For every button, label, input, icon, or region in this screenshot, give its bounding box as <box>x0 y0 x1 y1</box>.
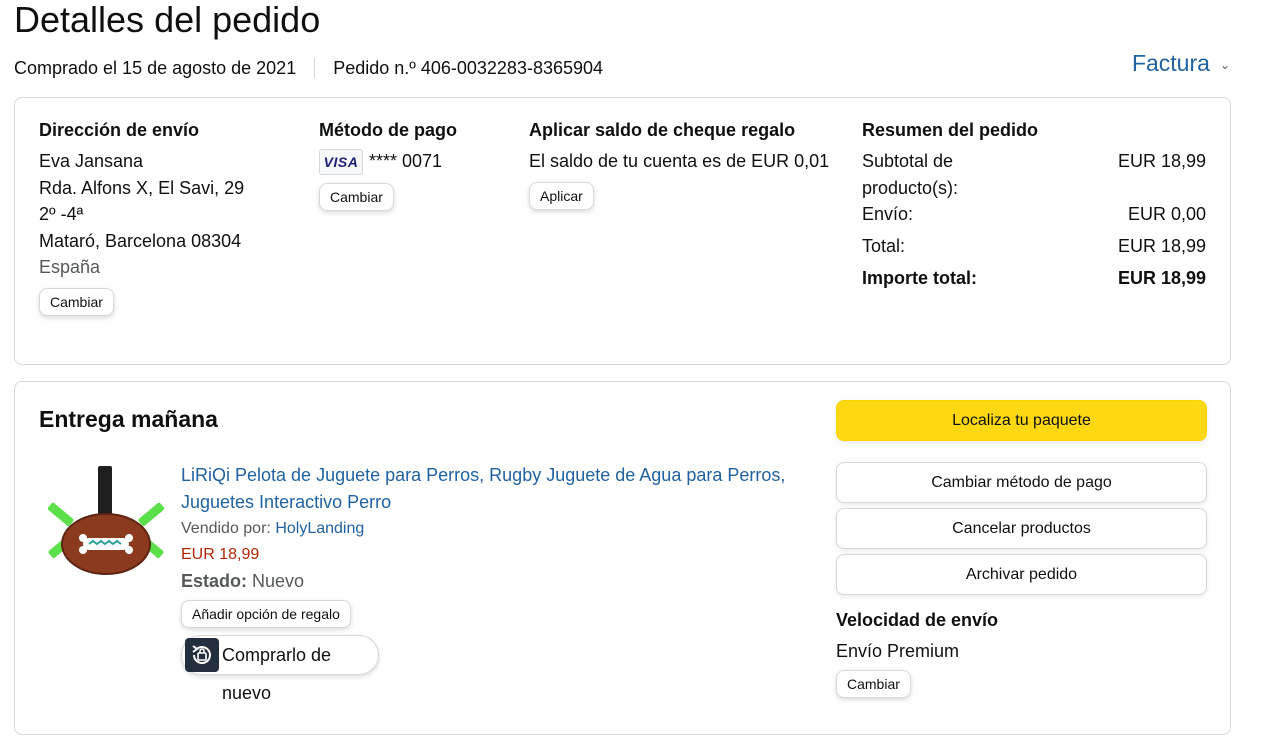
payment-method-title: Método de pago <box>319 120 457 140</box>
divider <box>314 58 316 78</box>
subtotal-value: EUR 18,99 <box>1117 151 1206 171</box>
order-info-card: Dirección de envío Eva Jansana Rda. Alfo… <box>14 97 1231 365</box>
shipping-speed-value: Envío Premium <box>836 641 960 661</box>
condition-label: Estado: <box>181 571 248 591</box>
buy-again-icon <box>185 638 219 672</box>
address-country: España <box>39 257 101 277</box>
change-payment-button[interactable]: Cambiar <box>319 183 394 211</box>
total-label: Total: <box>862 236 906 256</box>
product-condition: Estado: Nuevo <box>181 568 304 594</box>
change-payment-method-button[interactable]: Cambiar método de pago <box>836 462 1207 503</box>
delivery-title: Entrega mañana <box>39 406 218 432</box>
page-title: Detalles del pedido <box>14 0 321 40</box>
product-price: EUR 18,99 <box>181 546 260 563</box>
shipping-address-title: Dirección de envío <box>39 120 200 140</box>
delivery-card: Entrega mañana LiRiQi Pelota de Juguete … <box>14 381 1231 735</box>
gift-balance-text: El saldo de tu cuenta es de EUR 0,01 <box>529 151 830 171</box>
change-address-button[interactable]: Cambiar <box>39 288 114 316</box>
address-line-name: Eva Jansana <box>39 151 144 171</box>
shipping-speed-title: Velocidad de envío <box>836 610 999 630</box>
shipping-cost-label: Envío: <box>862 204 914 224</box>
order-meta: Comprado el 15 de agosto de 2021 Pedido … <box>14 56 603 80</box>
address-line-floor: 2º -4ª <box>39 204 84 224</box>
grand-total-value: EUR 18,99 <box>1117 268 1206 288</box>
sold-by-label: Vendido por: <box>181 520 271 537</box>
add-gift-option-button[interactable]: Añadir opción de regalo <box>181 600 351 628</box>
seller-info: Vendido por: HolyLanding <box>181 517 364 541</box>
total-value: EUR 18,99 <box>1117 236 1206 256</box>
address-line-city: Mataró, Barcelona 08304 <box>39 231 242 251</box>
invoice-label: Factura <box>1131 50 1210 76</box>
address-line-street: Rda. Alfons X, El Savi, 29 <box>39 178 245 198</box>
track-package-button[interactable]: Localiza tu paquete <box>836 400 1207 441</box>
invoice-dropdown[interactable]: Factura ⌄ <box>1132 50 1230 77</box>
grand-total-label: Importe total: <box>862 268 977 288</box>
visa-card-icon: VISA <box>319 149 363 175</box>
subtotal-label: Subtotal de producto(s): <box>862 151 959 198</box>
change-shipping-speed-button[interactable]: Cambiar <box>836 670 911 698</box>
seller-link[interactable]: HolyLanding <box>275 520 364 537</box>
shipping-cost-value: EUR 0,00 <box>1127 204 1206 224</box>
order-date: Comprado el 15 de agosto de 2021 <box>14 58 297 78</box>
card-number: **** 0071 <box>369 151 443 171</box>
order-number: Pedido n.º 406-0032283-8365904 <box>333 58 604 78</box>
product-title-link[interactable]: LiRiQi Pelota de Juguete para Perros, Ru… <box>181 462 801 515</box>
condition-value: Nuevo <box>252 571 305 591</box>
order-summary-title: Resumen del pedido <box>862 120 1039 140</box>
gift-balance-title: Aplicar saldo de cheque regalo <box>529 120 796 140</box>
apply-gift-balance-button[interactable]: Aplicar <box>529 182 594 210</box>
chevron-down-icon: ⌄ <box>1219 57 1230 72</box>
cancel-items-button[interactable]: Cancelar productos <box>836 508 1207 549</box>
product-image[interactable] <box>45 464 167 576</box>
archive-order-button[interactable]: Archivar pedido <box>836 554 1207 595</box>
